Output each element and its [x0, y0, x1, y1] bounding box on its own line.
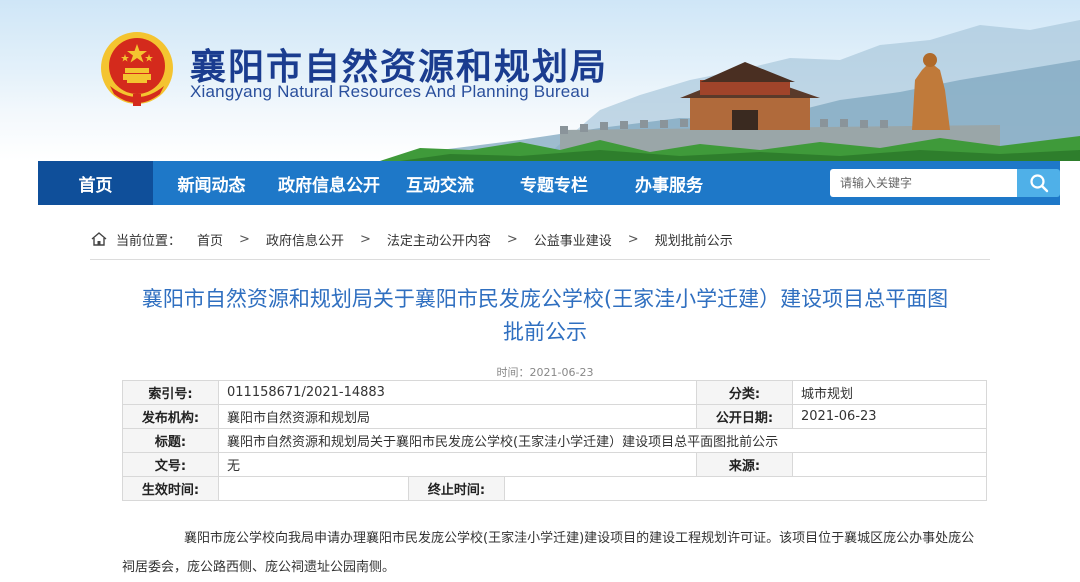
table-row: 文号: 无 来源: [122, 452, 988, 477]
breadcrumb-gov-info[interactable]: 政府信息公开 [266, 230, 344, 249]
search-icon [1029, 174, 1048, 193]
effective-key: 生效时间: [122, 476, 219, 501]
date-key: 公开日期: [696, 404, 794, 429]
breadcrumb-statutory[interactable]: 法定主动公开内容 [387, 230, 491, 249]
publisher-value: 襄阳市自然资源和规划局 [217, 404, 698, 429]
docno-value: 无 [217, 452, 698, 477]
date-value: 2021-06-23 [792, 404, 988, 429]
title-key: 标题: [122, 428, 219, 453]
body-paragraph: 襄阳市庞公学校向我局申请办理襄阳市民发庞公学校(王家洼小学迁建)建设项目的建设工… [122, 531, 975, 575]
breadcrumb-planning-notice[interactable]: 规划批前公示 [655, 230, 733, 249]
nav-topics[interactable]: 专题专栏 [492, 161, 616, 205]
table-row: 标题: 襄阳市自然资源和规划局关于襄阳市民发庞公学校(王家洼小学迁建）建设项目总… [122, 428, 988, 453]
breadcrumb-separator: > [359, 231, 371, 247]
site-subtitle: Xiangyang Natural Resources And Planning… [190, 82, 590, 101]
title-value: 襄阳市自然资源和规划局关于襄阳市民发庞公学校(王家洼小学迁建）建设项目总平面图批… [217, 428, 988, 453]
breadcrumb: 当前位置： 首页 > 政府信息公开 > 法定主动公开内容 > 公益事业建设 > … [90, 229, 733, 249]
nav-services[interactable]: 办事服务 [616, 161, 722, 205]
site-header: 襄阳市自然资源和规划局 Xiangyang Natural Resources … [0, 0, 1080, 161]
table-row: 索引号: 011158671/2021-14883 分类: 城市规划 [122, 380, 988, 405]
article-body: 襄阳市庞公学校向我局申请办理襄阳市民发庞公学校(王家洼小学迁建)建设项目的建设工… [122, 524, 986, 582]
search-input[interactable] [840, 176, 1010, 190]
breadcrumb-label: 当前位置： [116, 233, 182, 249]
index-value: 011158671/2021-14883 [217, 380, 698, 405]
breadcrumb-separator: > [627, 231, 639, 247]
category-key: 分类: [696, 380, 794, 405]
source-key: 来源: [696, 452, 794, 477]
end-key: 终止时间: [408, 476, 505, 501]
nav-home[interactable]: 首页 [38, 161, 153, 205]
national-emblem-icon [101, 32, 173, 106]
index-key: 索引号: [122, 380, 219, 405]
effective-value [218, 476, 409, 501]
article-title-line1: 襄阳市自然资源和规划局关于襄阳市民发庞公学校(王家洼小学迁建）建设项目总平面图 [141, 287, 949, 311]
article-title: 襄阳市自然资源和规划局关于襄阳市民发庞公学校(王家洼小学迁建）建设项目总平面图 … [90, 283, 1000, 349]
nav-news[interactable]: 新闻动态 [153, 161, 270, 205]
table-row: 生效时间: 终止时间: [122, 476, 988, 501]
end-value [503, 476, 988, 501]
search-button[interactable] [1017, 169, 1060, 197]
table-row: 发布机构: 襄阳市自然资源和规划局 公开日期: 2021-06-23 [122, 404, 988, 429]
breadcrumb-separator: > [239, 231, 250, 247]
main-nav: 首页 新闻动态 政府信息公开 互动交流 专题专栏 办事服务 [38, 161, 1060, 205]
nav-gov-info[interactable]: 政府信息公开 [270, 161, 388, 205]
search-box [830, 169, 1017, 197]
breadcrumb-separator: > [506, 231, 518, 247]
breadcrumb-public-welfare[interactable]: 公益事业建设 [534, 230, 612, 249]
breadcrumb-home[interactable]: 首页 [197, 230, 223, 249]
home-icon [91, 232, 107, 246]
source-value [792, 452, 988, 477]
breadcrumb-divider [90, 259, 990, 260]
article-title-line2: 批前公示 [503, 320, 587, 344]
nav-interaction[interactable]: 互动交流 [388, 161, 492, 205]
article-time: 时间：2021-06-23 [496, 366, 594, 379]
metadata-table: 索引号: 011158671/2021-14883 分类: 城市规划 发布机构:… [122, 380, 988, 501]
docno-key: 文号: [122, 452, 219, 477]
category-value: 城市规划 [792, 380, 988, 405]
publisher-key: 发布机构: [122, 404, 219, 429]
